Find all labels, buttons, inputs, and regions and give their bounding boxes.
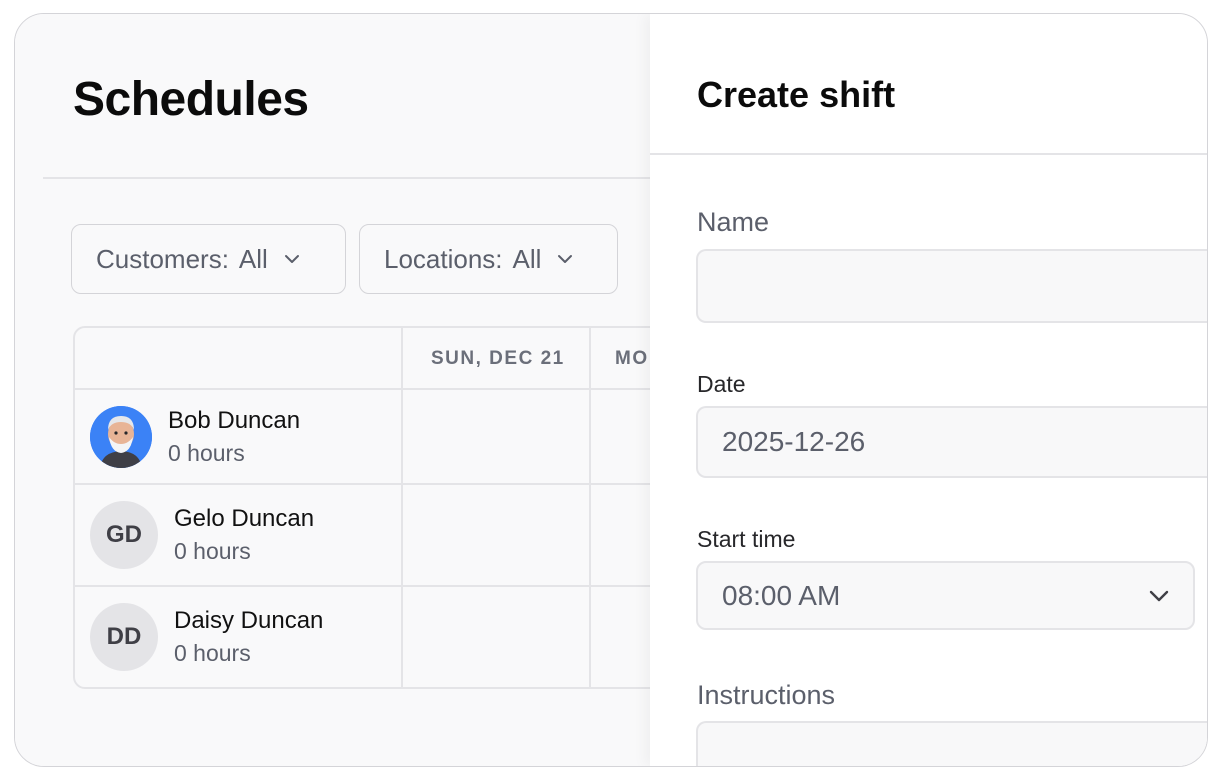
employee-row[interactable]: GD Gelo Duncan 0 hours — [75, 485, 416, 585]
panel-divider — [650, 153, 1207, 155]
employee-info: Bob Duncan 0 hours — [168, 405, 300, 469]
customers-filter-value: All — [238, 243, 268, 274]
employee-row[interactable]: Bob Duncan 0 hours — [75, 390, 416, 483]
day-header: MO — [615, 348, 649, 369]
name-input[interactable] — [696, 249, 1207, 323]
name-label: Name — [697, 207, 770, 237]
customers-filter-label: Customers: — [96, 243, 229, 274]
employee-name: Gelo Duncan — [174, 505, 315, 532]
avatar: DD — [90, 603, 158, 671]
chevron-down-icon — [557, 254, 573, 264]
grid-column-divider — [589, 328, 591, 687]
avatar — [90, 405, 152, 468]
locations-filter-label: Locations: — [384, 243, 503, 274]
avatar: GD — [90, 501, 158, 569]
app-window: Schedules Customers: All Locations: All … — [14, 13, 1208, 767]
instructions-textarea[interactable] — [696, 721, 1207, 766]
locations-filter-value: All — [512, 243, 542, 274]
customers-filter[interactable]: Customers: All — [71, 224, 346, 294]
instructions-label: Instructions — [697, 680, 836, 710]
date-input[interactable]: 2025-12-26 — [696, 406, 1207, 478]
employee-row[interactable]: DD Daisy Duncan 0 hours — [75, 587, 416, 687]
employee-info: Gelo Duncan 0 hours — [174, 503, 314, 567]
chevron-down-icon — [284, 254, 300, 264]
locations-filter[interactable]: Locations: All — [359, 224, 618, 294]
employee-name: Daisy Duncan — [174, 607, 324, 634]
start-time-label: Start time — [697, 526, 796, 552]
date-label: Date — [697, 371, 746, 397]
schedules-view: Schedules Customers: All Locations: All … — [15, 14, 713, 766]
day-header: SUN, DEC 21 — [431, 348, 565, 369]
page-title: Schedules — [73, 73, 309, 126]
schedule-grid: SUN, DEC 21 MO Bob Duncan 0 hours GD Gel… — [73, 326, 713, 689]
create-shift-panel: Create shift Name Date 2025-12-26 Start … — [650, 14, 1207, 766]
header-divider — [43, 177, 683, 179]
employee-hours: 0 hours — [174, 640, 251, 666]
employee-info: Daisy Duncan 0 hours — [174, 605, 323, 669]
employee-name: Bob Duncan — [168, 406, 301, 434]
employee-hours: 0 hours — [174, 538, 251, 564]
panel-title: Create shift — [697, 74, 896, 115]
chevron-down-icon — [1149, 590, 1169, 602]
start-time-select[interactable]: 08:00 AM — [696, 561, 1195, 630]
start-time-value: 08:00 AM — [722, 579, 841, 611]
employee-hours: 0 hours — [168, 439, 245, 466]
